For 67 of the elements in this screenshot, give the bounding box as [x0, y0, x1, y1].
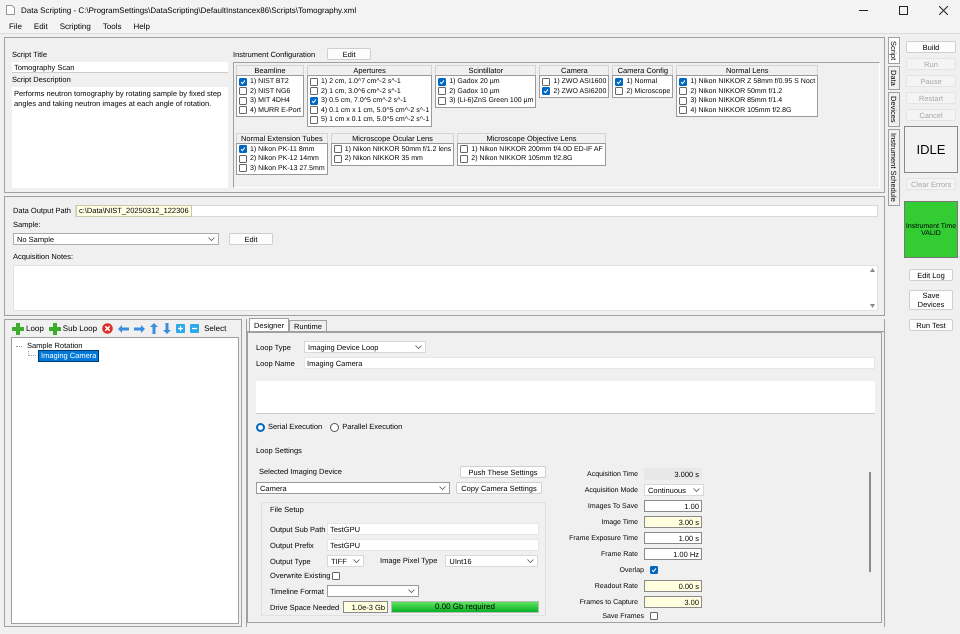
checkbox[interactable] [332, 572, 340, 580]
checkbox[interactable] [310, 78, 318, 86]
checkbox[interactable] [239, 164, 247, 172]
checkbox[interactable] [334, 154, 342, 163]
checkbox[interactable] [679, 96, 688, 105]
checkbox[interactable] [650, 566, 658, 574]
toolbar-button[interactable] [175, 322, 186, 336]
checkbox[interactable] [310, 87, 318, 96]
scroll-up-icon[interactable] [870, 268, 874, 272]
checkbox[interactable] [438, 87, 446, 96]
checkbox[interactable] [679, 87, 688, 96]
checkbox[interactable] [239, 87, 247, 96]
checkbox[interactable] [615, 87, 624, 96]
menu-item[interactable]: Help [128, 22, 155, 31]
select-button[interactable]: Select [203, 322, 228, 336]
status-display: IDLE [904, 126, 958, 173]
plus-icon [12, 322, 24, 334]
checkbox[interactable] [542, 87, 550, 96]
expand-icon[interactable] [176, 324, 186, 333]
menu-item[interactable]: File [4, 22, 27, 31]
toolbar-button[interactable] [189, 322, 200, 336]
checkbox[interactable] [239, 145, 247, 154]
checkbox[interactable] [239, 78, 247, 86]
chevron-down-icon [527, 559, 534, 563]
radio-button[interactable] [330, 422, 340, 432]
chevron-down-icon [208, 237, 215, 241]
arrow-right-icon[interactable] [134, 324, 146, 332]
checkbox[interactable] [650, 612, 658, 620]
maximize-icon[interactable] [898, 6, 908, 14]
timeline-dropdown[interactable] [327, 585, 419, 597]
checkbox[interactable] [460, 154, 468, 163]
checkbox[interactable] [239, 96, 247, 105]
checkbox[interactable] [615, 78, 624, 86]
checkbox[interactable] [438, 96, 446, 105]
add-button[interactable]: Sub Loop [48, 322, 98, 336]
add-button[interactable]: Loop [11, 322, 45, 336]
arrow-left-icon[interactable] [118, 324, 130, 332]
app-icon [6, 5, 15, 15]
checkbox[interactable] [239, 154, 247, 163]
notes-field[interactable] [13, 265, 878, 311]
checkbox[interactable] [460, 145, 468, 154]
scroll-thumb[interactable] [869, 472, 871, 572]
progress-text: 0.00 Gb required [434, 602, 496, 612]
checkbox[interactable] [438, 78, 446, 86]
window-title: Data Scripting - C:\ProgramSettings\DataScripting\DefaultInstancex86\Scripts\Tomography.xml [21, 6, 358, 14]
checkbox[interactable] [334, 145, 342, 154]
chevron-down-icon [408, 589, 415, 593]
checkbox[interactable] [310, 116, 318, 124]
plus-icon [48, 322, 61, 334]
checkbox[interactable] [310, 106, 318, 114]
menu-item[interactable]: Edit [28, 22, 53, 31]
chevron-down-icon [439, 486, 446, 490]
scroll-down-icon[interactable] [870, 304, 874, 308]
menu-item[interactable]: Tools [98, 22, 126, 31]
checkbox[interactable] [310, 96, 318, 105]
checkbox[interactable] [679, 78, 688, 86]
menu-item[interactable]: Scripting [54, 22, 96, 31]
chevron-down-icon [353, 559, 360, 563]
checkbox[interactable] [542, 78, 550, 86]
radio-button[interactable] [256, 422, 265, 432]
description-field[interactable] [256, 381, 875, 414]
checkbox[interactable] [239, 106, 247, 114]
chevron-down-icon [415, 345, 422, 349]
chevron-down-icon [693, 488, 700, 492]
checkbox[interactable] [679, 106, 688, 114]
collapse-icon[interactable] [190, 324, 200, 333]
close-icon[interactable] [938, 6, 948, 14]
